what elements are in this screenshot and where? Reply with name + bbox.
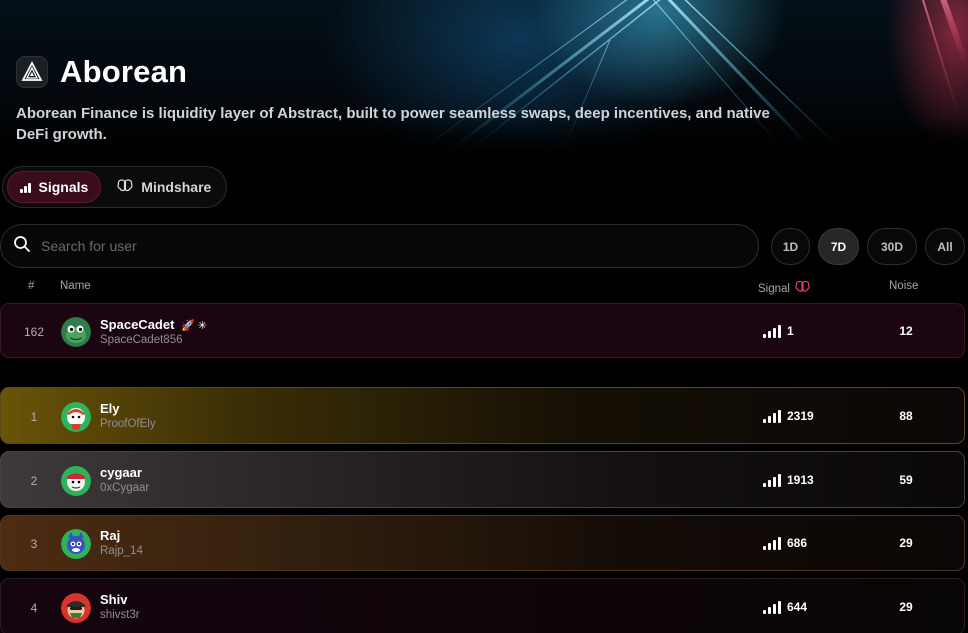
signal-value: 1913 xyxy=(787,473,814,487)
tab-signals[interactable]: Signals xyxy=(7,171,102,203)
row-handle: ProofOfEly xyxy=(100,418,156,430)
row-username: Raj xyxy=(100,528,121,543)
view-toggle: Signals Mindshare xyxy=(2,166,227,208)
row-noise: 59 xyxy=(899,473,913,487)
column-header-signal-label: Signal xyxy=(758,282,790,295)
search-bar xyxy=(0,224,759,268)
period-all-button[interactable]: All xyxy=(925,228,965,265)
row-signal: 644 xyxy=(763,600,807,614)
row-rank: 4 xyxy=(30,601,38,615)
row-signal: 1913 xyxy=(763,473,814,487)
signal-value: 644 xyxy=(787,600,808,614)
row-username: Ely xyxy=(100,401,120,416)
search-input[interactable] xyxy=(41,238,721,254)
row-noise: 29 xyxy=(899,600,913,614)
row-handle: 0xCygaar xyxy=(100,482,150,494)
avatar xyxy=(61,593,91,623)
row-noise: 29 xyxy=(899,536,913,550)
row-signal: 1 xyxy=(763,324,794,338)
row-signal: 2319 xyxy=(763,409,814,423)
brain-icon xyxy=(117,178,133,196)
row-rank: 1 xyxy=(30,410,38,424)
project-description: Aborean Finance is liquidity layer of Ab… xyxy=(16,105,770,143)
signal-bars-icon xyxy=(763,410,781,423)
table-row[interactable]: 1 Ely ProofOfEly 2319 88 xyxy=(0,387,965,444)
avatar xyxy=(61,466,91,496)
row-handle: Rajp_14 xyxy=(100,545,143,557)
column-header-noise: Noise xyxy=(889,280,919,292)
table-row[interactable]: 3 Raj Rajp_14 686 29 xyxy=(0,515,965,571)
username-text: SpaceCadet xyxy=(100,317,175,332)
column-header-signal[interactable]: Signal xyxy=(758,280,810,297)
table-row[interactable]: 4 Shiv shivst3r 644 29 xyxy=(0,578,965,633)
user-badges: 🚀 ✳ xyxy=(181,320,208,332)
avatar xyxy=(61,317,91,347)
row-noise: 88 xyxy=(899,409,913,423)
signal-value: 686 xyxy=(787,536,808,550)
aborean-logo-icon xyxy=(16,56,48,88)
row-username: Shiv xyxy=(100,592,128,607)
row-rank: 3 xyxy=(30,537,38,551)
brain-icon xyxy=(795,280,810,297)
period-30d-button[interactable]: 30D xyxy=(867,228,917,265)
signal-bars-icon xyxy=(20,182,31,193)
signal-bars-icon xyxy=(763,601,781,614)
period-7d-button[interactable]: 7D xyxy=(818,228,859,265)
project-title: Aborean xyxy=(60,54,188,89)
avatar xyxy=(61,529,91,559)
row-username: cygaar xyxy=(100,465,142,480)
signal-value: 2319 xyxy=(787,409,814,423)
table-row[interactable]: 2 cygaar 0xCygaar 1913 59 xyxy=(0,451,965,508)
column-header-name: Name xyxy=(60,280,91,292)
row-handle: SpaceCadet856 xyxy=(100,334,183,346)
tab-signals-label: Signals xyxy=(38,179,89,195)
avatar xyxy=(61,402,91,432)
signal-bars-icon xyxy=(763,474,781,487)
tab-mindshare[interactable]: Mindshare xyxy=(105,171,223,203)
signal-bars-icon xyxy=(763,537,781,550)
search-icon xyxy=(13,235,31,258)
period-1d-button[interactable]: 1D xyxy=(771,228,810,265)
row-username: SpaceCadet 🚀 ✳ xyxy=(100,317,207,332)
tab-mindshare-label: Mindshare xyxy=(141,179,212,195)
row-noise: 12 xyxy=(899,324,913,338)
signal-bars-icon xyxy=(763,325,781,338)
row-handle: shivst3r xyxy=(100,609,140,621)
column-header-rank: # xyxy=(28,280,35,292)
project-header: Aborean xyxy=(16,54,187,90)
row-rank: 162 xyxy=(23,325,45,339)
row-rank: 2 xyxy=(30,474,38,488)
current-user-row[interactable]: 162 SpaceCadet 🚀 ✳ SpaceCadet856 1 12 xyxy=(0,303,965,358)
signal-value: 1 xyxy=(787,324,794,338)
row-signal: 686 xyxy=(763,536,807,550)
